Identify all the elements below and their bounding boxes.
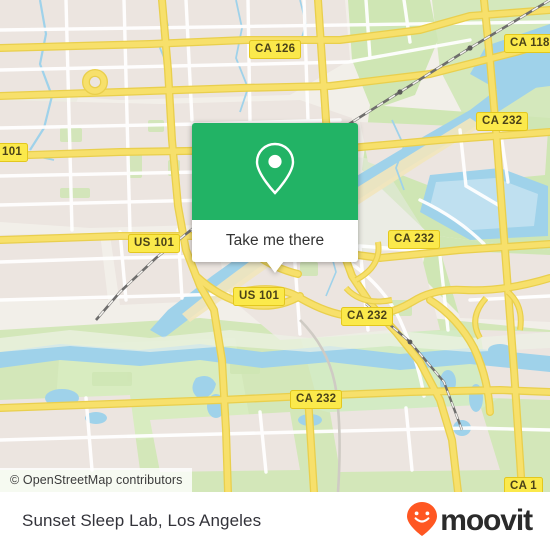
attribution-text: © OpenStreetMap contributors [10,473,183,487]
road-shield-us101-center: US 101 [233,287,286,306]
road-shield-ca1: CA 1 [504,477,543,492]
popup-image-area [192,123,358,220]
popup-tail [266,261,284,273]
take-me-there-label: Take me there [225,232,325,249]
road-shield-ca232-ne: CA 232 [476,112,529,131]
road-shield-101-west: 101 [0,143,29,162]
moovit-logo[interactable]: moovit [406,501,533,542]
take-me-there-button[interactable]: Take me there [192,220,358,262]
map-attribution[interactable]: © OpenStreetMap contributors [0,468,192,492]
moovit-smiley-pin-icon [406,501,438,542]
take-me-there-popup[interactable]: Take me there [192,123,358,273]
road-shield-ca232-east: CA 232 [388,230,441,249]
moovit-wordmark: moovit [440,504,533,537]
road-shield-ca118: CA 118 [504,34,550,53]
road-shield-ca232-south: CA 232 [290,390,343,409]
road-shield-us101-west: US 101 [128,234,181,253]
place-name: Sunset Sleep Lab, Los Angeles [22,511,262,530]
road-shield-ca126: CA 126 [249,40,302,59]
map-pin-icon [252,140,298,203]
map-screen: CA 126 CA 118 CA 232 101 US 101 CA 232 U… [0,0,550,550]
road-shield-ca232-center: CA 232 [341,307,394,326]
bottom-bar: Sunset Sleep Lab, Los Angeles moovit [0,492,550,550]
